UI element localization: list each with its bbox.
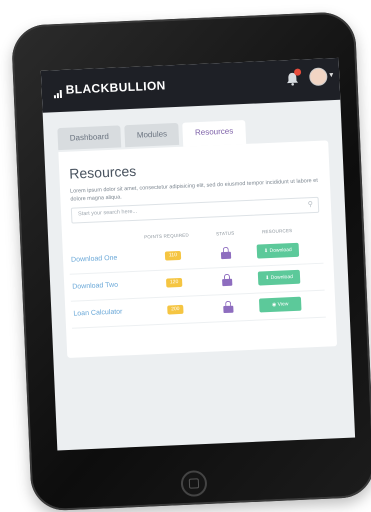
app-screen: BLACKBULLION ▾ Dashboard Modules Resourc… xyxy=(40,57,356,451)
page-title: Resources xyxy=(68,162,137,182)
resources-panel: Resources Lorem ipsum dolor sit amet, co… xyxy=(58,140,338,358)
chevron-down-icon[interactable]: ▾ xyxy=(329,70,333,79)
tablet-device: BLACKBULLION ▾ Dashboard Modules Resourc… xyxy=(0,0,371,512)
column-header-resources: RESOURCES xyxy=(261,228,293,235)
download-button[interactable]: ⬇ Download xyxy=(256,242,300,259)
tablet-frame: BLACKBULLION ▾ Dashboard Modules Resourc… xyxy=(10,11,371,512)
column-header-status: STATUS xyxy=(215,230,235,237)
bell-icon[interactable] xyxy=(285,68,302,87)
resource-link[interactable]: Download Two xyxy=(72,282,118,291)
brand-logo[interactable]: BLACKBULLION xyxy=(53,78,166,99)
notification-badge xyxy=(293,68,302,76)
lock-icon xyxy=(220,246,232,260)
tab-resources[interactable]: Resources xyxy=(182,119,246,147)
lock-icon xyxy=(223,300,234,314)
view-button[interactable]: ◉ View xyxy=(258,296,302,313)
resource-link[interactable]: Loan Calculator xyxy=(73,309,122,318)
tab-modules[interactable]: Modules xyxy=(124,122,180,148)
search-icon[interactable]: ⚲ xyxy=(308,200,313,208)
avatar-icon[interactable] xyxy=(308,67,328,87)
download-button[interactable]: ⬇ Download xyxy=(257,269,301,286)
lock-icon xyxy=(222,273,233,287)
points-badge: 110 xyxy=(164,250,182,261)
resource-link[interactable]: Download One xyxy=(71,255,118,264)
points-badge: 200 xyxy=(167,304,184,315)
tab-dashboard[interactable]: Dashboard xyxy=(57,125,122,151)
points-badge: 120 xyxy=(165,277,183,288)
column-header-points: POINTS REQUIRED xyxy=(144,232,189,240)
search-placeholder: Start your search here... xyxy=(77,208,138,218)
logo-bars-icon xyxy=(53,84,63,99)
brand-name: BLACKBULLION xyxy=(65,78,166,97)
